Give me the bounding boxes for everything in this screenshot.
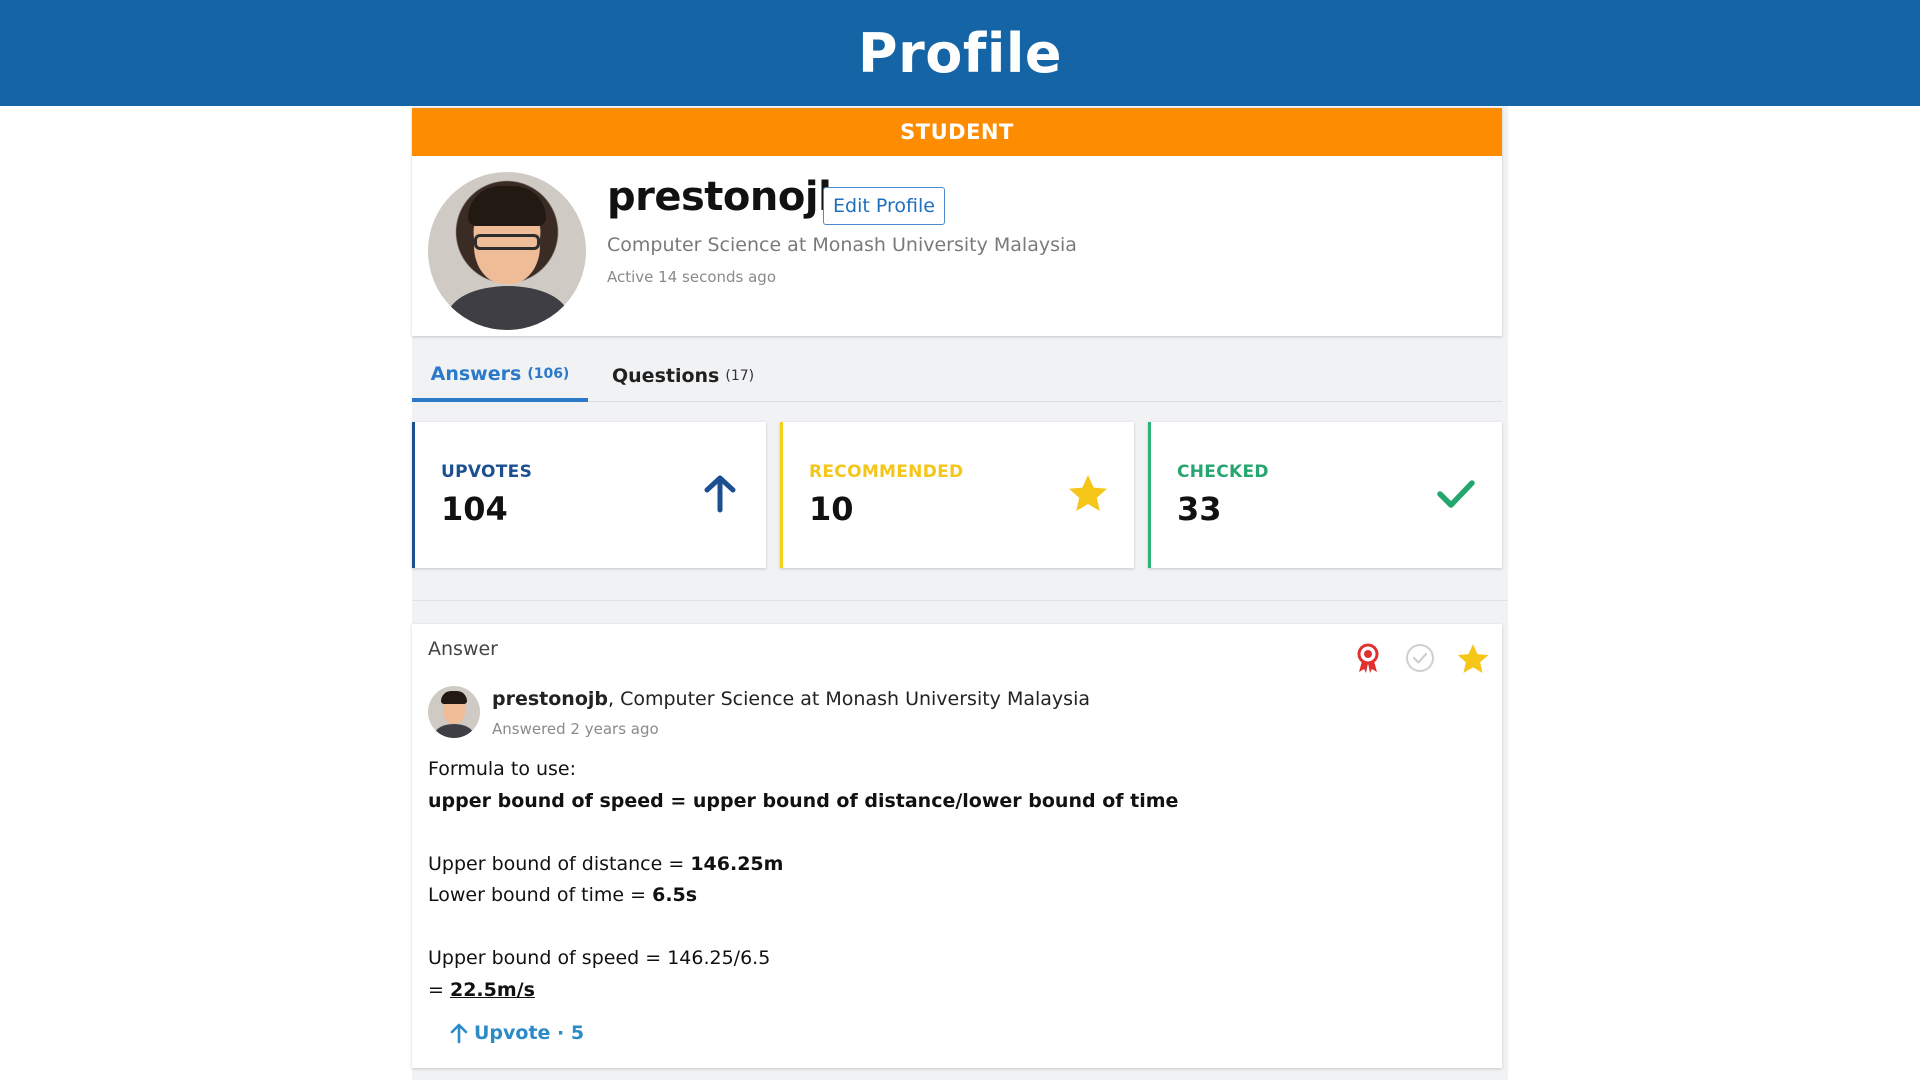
stat-card-recommended: RECOMMENDED 10 xyxy=(780,422,1134,568)
stat-label: CHECKED xyxy=(1177,462,1269,482)
checkmark-icon xyxy=(1437,480,1475,508)
profile-username: prestonojb xyxy=(607,174,847,220)
arrow-up-icon xyxy=(450,1023,468,1044)
tab-questions-count: (17) xyxy=(725,368,755,384)
answer-line: Formula to use: xyxy=(428,758,577,780)
answer-type-label: Answer xyxy=(428,638,498,660)
answer-author-avatar[interactable] xyxy=(428,686,480,738)
answer-author-line: prestonojb, Computer Science at Monash U… xyxy=(492,688,1090,710)
award-ribbon-icon[interactable] xyxy=(1352,642,1384,674)
stat-value: 10 xyxy=(809,490,854,528)
tab-answers[interactable]: Answers (106) xyxy=(412,350,588,402)
answer-line-formula: upper bound of speed = upper bound of di… xyxy=(428,789,1179,812)
answer-timestamp: Answered 2 years ago xyxy=(492,720,659,738)
role-banner: STUDENT xyxy=(412,108,1502,156)
edit-profile-button[interactable]: Edit Profile xyxy=(823,187,945,225)
profile-panel: STUDENT prestonojb Edit Profile Computer… xyxy=(412,106,1508,1080)
top-header-bar: Profile xyxy=(0,0,1920,106)
tab-answers-label: Answers xyxy=(430,363,522,385)
star-icon[interactable] xyxy=(1456,642,1489,674)
answer-body: Formula to use: upper bound of speed = u… xyxy=(428,754,1468,1006)
answer-badges xyxy=(1352,642,1489,674)
stat-card-checked: CHECKED 33 xyxy=(1148,422,1502,568)
tab-answers-count: (106) xyxy=(527,366,570,382)
upvote-button[interactable]: Upvote · 5 xyxy=(448,1022,584,1044)
answer-author-name[interactable]: prestonojb xyxy=(492,688,608,710)
avatar xyxy=(428,172,586,330)
stat-label: RECOMMENDED xyxy=(809,462,964,482)
check-circle-icon[interactable] xyxy=(1404,642,1436,674)
tab-questions-label: Questions xyxy=(612,365,720,387)
profile-degree: Computer Science at Monash University Ma… xyxy=(607,234,1077,256)
answer-line-result: = 22.5m/s xyxy=(428,978,535,1001)
arrow-up-icon xyxy=(704,475,736,513)
page-title: Profile xyxy=(858,21,1062,85)
answer-card: Answer prestonojb, Computer Science at M… xyxy=(412,624,1502,1068)
profile-card: STUDENT prestonojb Edit Profile Computer… xyxy=(412,108,1502,336)
answer-line: Upper bound of speed = 146.25/6.5 xyxy=(428,947,771,969)
stat-card-upvotes: UPVOTES 104 xyxy=(412,422,766,568)
answer-line: Lower bound of time = 6.5s xyxy=(428,884,698,906)
stat-value: 33 xyxy=(1177,490,1222,528)
profile-active-status: Active 14 seconds ago xyxy=(607,268,776,286)
stat-label: UPVOTES xyxy=(441,462,533,482)
answer-line: Upper bound of distance = 146.25m xyxy=(428,852,784,875)
section-divider xyxy=(412,600,1508,601)
star-icon xyxy=(1069,475,1107,511)
answer-author-degree: , Computer Science at Monash University … xyxy=(608,688,1090,710)
profile-tabs: Answers (106) Questions (17) xyxy=(412,350,1502,402)
stat-value: 104 xyxy=(441,490,508,528)
tab-questions[interactable]: Questions (17) xyxy=(612,350,754,402)
upvote-label: Upvote · 5 xyxy=(474,1022,585,1044)
